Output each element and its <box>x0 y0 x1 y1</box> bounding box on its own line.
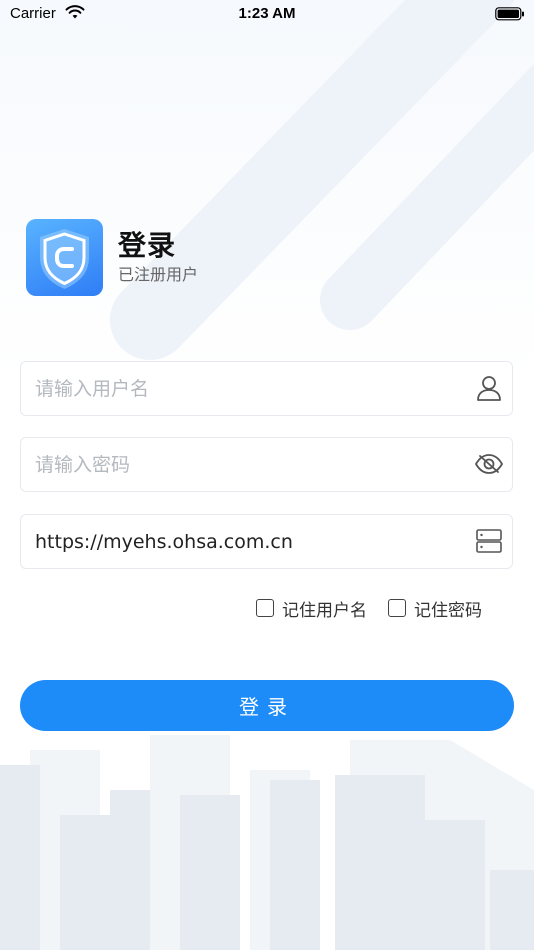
remember-password-option[interactable]: 记住密码 <box>388 596 482 621</box>
remember-password-checkbox[interactable] <box>388 599 406 617</box>
status-time: 1:23 AM <box>238 5 296 22</box>
remember-username-option[interactable]: 记住用户名 <box>256 596 367 621</box>
city-skyline-illustration <box>0 735 534 950</box>
page-title: 登录 <box>118 229 177 262</box>
username-field[interactable] <box>20 361 513 416</box>
username-input[interactable] <box>35 362 465 415</box>
battery-icon <box>495 7 524 21</box>
password-input[interactable] <box>35 438 465 491</box>
server-url-field[interactable] <box>20 514 513 569</box>
shield-icon <box>40 229 89 289</box>
password-field[interactable] <box>20 437 513 492</box>
remember-username-label: 记住用户名 <box>282 600 367 621</box>
server-url-input[interactable] <box>35 515 465 568</box>
page-subtitle: 已注册用户 <box>118 265 199 284</box>
eye-off-icon[interactable] <box>474 449 504 479</box>
background-shapes <box>110 0 534 360</box>
status-bar: Carrier 1:23 AM <box>0 0 534 28</box>
user-icon <box>477 376 501 401</box>
server-icon[interactable] <box>474 526 504 556</box>
remember-username-checkbox[interactable] <box>256 599 274 617</box>
login-button[interactable]: 登录 <box>20 680 514 731</box>
remember-password-label: 记住密码 <box>414 600 482 621</box>
app-logo <box>26 219 103 296</box>
